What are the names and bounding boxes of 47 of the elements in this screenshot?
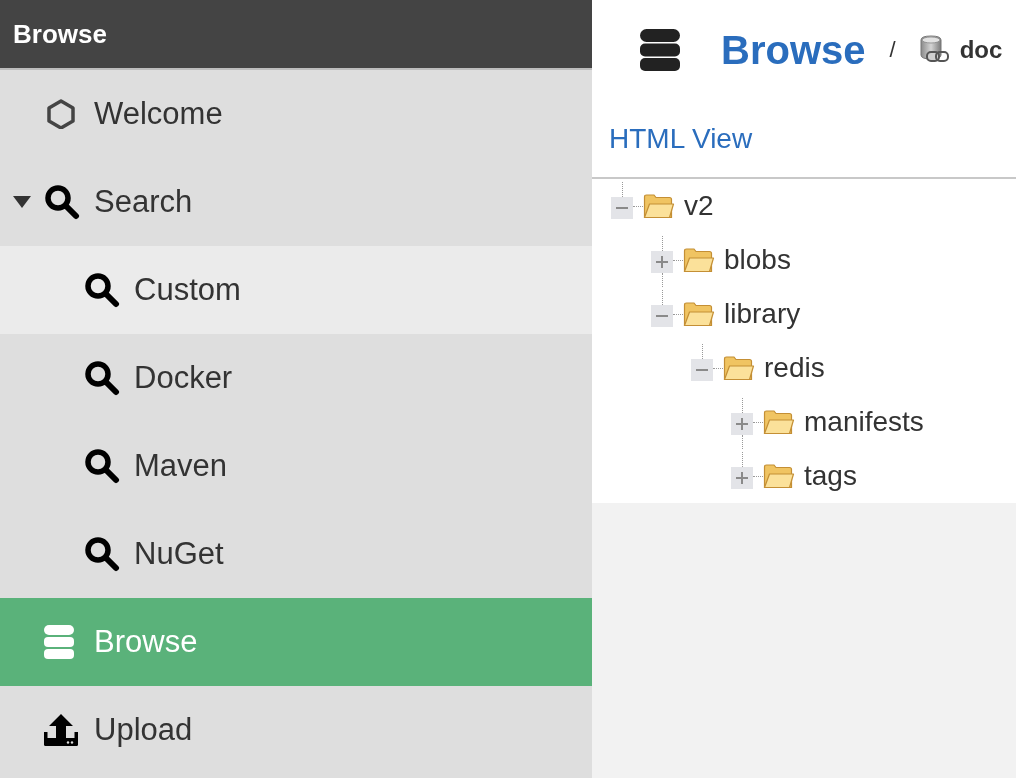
html-view-link[interactable]: HTML View [609, 122, 753, 155]
plus-icon [736, 417, 748, 430]
search-icon [84, 448, 120, 484]
plus-icon [736, 471, 748, 484]
caret-icon[interactable] [13, 195, 31, 209]
database-icon [640, 29, 680, 71]
repository-name[interactable]: doc [959, 36, 1003, 64]
search-icon [84, 272, 120, 308]
sidebar-item[interactable]: Upload [0, 686, 592, 774]
tree-node-label[interactable]: v2 [684, 190, 714, 222]
folder-icon [763, 463, 795, 489]
tree-node-label[interactable]: blobs [724, 244, 791, 276]
tree-node-label[interactable]: tags [804, 460, 857, 492]
tree-toggle-button[interactable] [691, 358, 713, 381]
sidebar-title: Browse [13, 18, 107, 50]
sidebar-item[interactable]: Welcome [0, 70, 592, 158]
plus-icon [656, 255, 668, 268]
folder-icon [723, 355, 755, 381]
folder-icon [683, 301, 715, 327]
tree-toggle-button[interactable] [611, 196, 633, 219]
folder-icon [683, 247, 715, 273]
database-icon [44, 625, 74, 659]
search-icon [44, 184, 80, 220]
tree-node-label[interactable]: redis [764, 352, 825, 384]
minus-icon [616, 206, 628, 209]
tree-toggle-button[interactable] [731, 412, 753, 435]
tree-toggle-button[interactable] [651, 250, 673, 273]
breadcrumb-separator: / [889, 37, 896, 63]
tree-node-label[interactable]: library [724, 298, 801, 330]
search-icon [84, 536, 120, 572]
hexagon-icon [47, 99, 75, 129]
folder-icon [763, 409, 795, 435]
sidebar-item[interactable]: Maven [0, 422, 592, 510]
page-title: Browse [721, 27, 866, 73]
minus-icon [696, 368, 708, 371]
sidebar-item[interactable]: Docker [0, 334, 592, 422]
folder-icon [643, 193, 675, 219]
sidebar-item[interactable]: Custom [0, 246, 592, 334]
tree-node-label[interactable]: manifests [804, 406, 924, 438]
minus-icon [656, 314, 668, 317]
tree-toggle-button[interactable] [731, 466, 753, 489]
sidebar-item[interactable]: Search [0, 158, 592, 246]
search-icon [84, 360, 120, 396]
upload-icon [44, 714, 78, 746]
tree-toggle-button[interactable] [651, 304, 673, 327]
database-link-icon [919, 35, 950, 65]
sidebar-item[interactable]: NuGet [0, 510, 592, 598]
